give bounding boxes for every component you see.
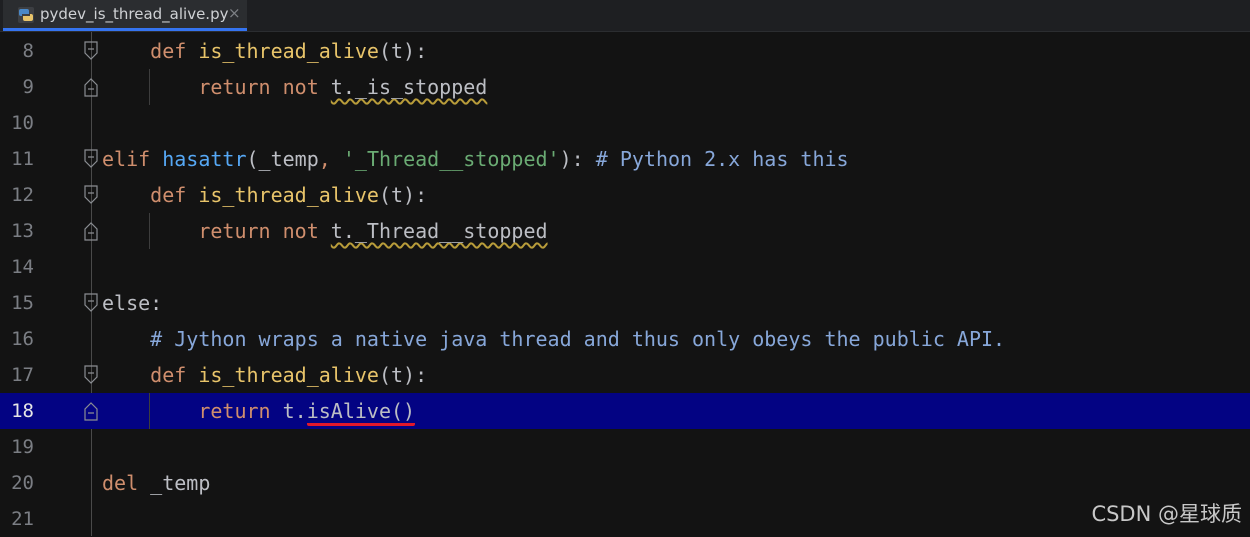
warning-highlight: t._Thread__stopped (330, 219, 548, 243)
fold-collapse-icon[interactable] (84, 149, 98, 169)
code-line[interactable]: 17 def is_thread_alive(t): (0, 357, 1250, 393)
code-line[interactable]: 11 elif hasattr(_temp, '_Thread__stopped'… (0, 141, 1250, 177)
line-number[interactable]: 15 (0, 285, 34, 321)
line-number[interactable]: 18 (0, 393, 34, 429)
code-line[interactable]: 18 return t.isAlive() (0, 393, 1250, 429)
code-token: is_thread_alive (198, 183, 379, 207)
code-token: return (198, 399, 283, 423)
line-number[interactable]: 14 (0, 249, 34, 285)
code-editor[interactable]: 8 def is_thread_alive(t): 9 return not t.… (0, 32, 1250, 536)
code-line[interactable]: 10 (0, 105, 1250, 141)
code-token: return (198, 75, 283, 99)
file-tab[interactable]: pydev_is_thread_alive.py × (3, 0, 247, 31)
code-token: not (282, 219, 331, 243)
code-token: : (150, 291, 163, 315)
fold-collapse-icon[interactable] (84, 293, 98, 313)
fold-end-icon[interactable] (84, 401, 98, 421)
code-token: def (150, 183, 199, 207)
indent-guide (149, 69, 150, 105)
code-token: def (150, 363, 199, 387)
code-token: (t): (378, 183, 428, 207)
line-number[interactable]: 19 (0, 429, 34, 465)
close-icon[interactable]: × (228, 4, 241, 22)
code-token: elif (102, 147, 163, 171)
code-text: # Jython wraps a native java thread and … (102, 321, 1005, 357)
line-number[interactable]: 8 (0, 33, 34, 69)
line-number[interactable]: 16 (0, 321, 34, 357)
code-line[interactable]: 15 else: (0, 285, 1250, 321)
editor-tab-bar: pydev_is_thread_alive.py × (0, 0, 1250, 32)
active-tab-indicator (3, 28, 247, 31)
line-number[interactable]: 20 (0, 465, 34, 501)
fold-collapse-icon[interactable] (84, 41, 98, 61)
code-line[interactable]: 16 # Jython wraps a native java thread a… (0, 321, 1250, 357)
code-text: return not t._is_stopped (102, 69, 487, 105)
code-token: # Jython wraps a native java thread and … (150, 327, 1006, 351)
code-line[interactable]: 8 def is_thread_alive(t): (0, 33, 1250, 69)
line-number[interactable]: 9 (0, 69, 34, 105)
code-token: return (198, 219, 283, 243)
code-text: def is_thread_alive(t): (102, 33, 427, 69)
code-token: del (102, 471, 151, 495)
code-token: else (102, 291, 151, 315)
code-text: return not t._Thread__stopped (102, 213, 548, 249)
code-token: is_thread_alive (198, 39, 379, 63)
indent-guide (149, 393, 150, 429)
code-text: elif hasattr(_temp, '_Thread__stopped'):… (102, 141, 849, 177)
watermark: CSDN @星球质 (1091, 502, 1242, 526)
line-number[interactable]: 11 (0, 141, 34, 177)
line-number[interactable]: 12 (0, 177, 34, 213)
indent-guide (149, 213, 150, 249)
code-line[interactable]: 13 return not t._Thread__stopped (0, 213, 1250, 249)
warning-highlight: t._is_stopped (330, 75, 488, 99)
error-highlight: isAlive() (306, 399, 416, 426)
code-token: (t): (378, 39, 428, 63)
code-token: t. (282, 399, 307, 423)
code-line[interactable]: 19 (0, 429, 1250, 465)
code-line[interactable]: 9 return not t._is_stopped (0, 69, 1250, 105)
code-line[interactable]: 21 (0, 501, 1250, 537)
tab-filename: pydev_is_thread_alive.py (40, 5, 229, 23)
line-number[interactable]: 13 (0, 213, 34, 249)
code-token: , (318, 147, 343, 171)
code-token: (t): (378, 363, 428, 387)
fold-end-icon[interactable] (84, 221, 98, 241)
python-file-icon (18, 7, 34, 23)
code-line[interactable]: 20 del _temp (0, 465, 1250, 501)
line-number[interactable]: 17 (0, 357, 34, 393)
code-token: (_temp (246, 147, 319, 171)
fold-collapse-icon[interactable] (84, 365, 98, 385)
code-token: # Python 2.x has this (595, 147, 849, 171)
code-token: _temp (150, 471, 211, 495)
line-number[interactable]: 21 (0, 501, 34, 537)
code-text: def is_thread_alive(t): (102, 357, 427, 393)
code-token: hasattr (162, 147, 247, 171)
fold-collapse-icon[interactable] (84, 185, 98, 205)
code-text: del _temp (102, 465, 210, 501)
fold-end-icon[interactable] (84, 77, 98, 97)
code-token: is_thread_alive (198, 363, 379, 387)
code-line[interactable]: 14 (0, 249, 1250, 285)
code-text: else: (102, 285, 162, 321)
code-token: not (282, 75, 331, 99)
code-token: '_Thread__stopped' (342, 147, 560, 171)
code-line[interactable]: 12 def is_thread_alive(t): (0, 177, 1250, 213)
code-text: def is_thread_alive(t): (102, 177, 427, 213)
code-token: def (150, 39, 199, 63)
line-number[interactable]: 10 (0, 105, 34, 141)
code-token: ): (559, 147, 596, 171)
